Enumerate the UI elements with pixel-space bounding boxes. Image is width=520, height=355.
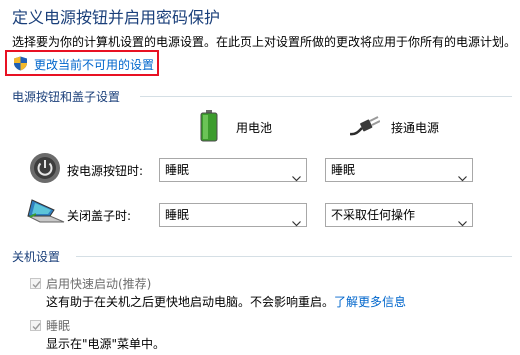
power-plug-icon (349, 115, 381, 137)
change-unavailable-settings-link[interactable]: 更改当前不可用的设置 (34, 56, 154, 73)
power-buttons-section-title: 电源按钮和盖子设置 (12, 90, 121, 104)
sleep-checkbox[interactable] (30, 320, 41, 331)
page-title: 定义电源按钮并启用密码保护 (12, 8, 221, 27)
section-divider (76, 256, 512, 257)
select-value: 不采取任何操作 (331, 208, 416, 222)
battery-icon (200, 110, 218, 142)
select-value: 睡眠 (165, 208, 190, 222)
sleep-label: 睡眠 (46, 319, 71, 333)
page-description: 选择要为你的计算机设置的电源设置。在此页上对设置所做的更改将应用于你所有的电源计… (12, 35, 517, 49)
laptop-lid-icon (26, 196, 66, 226)
shutdown-section-title: 关机设置 (12, 250, 61, 264)
checkmark-icon (32, 323, 41, 331)
sleep-description: 显示在"电源"菜单中。 (46, 337, 166, 351)
fast-startup-label: 启用快速启动(推荐) (46, 277, 152, 291)
fast-startup-checkbox[interactable] (30, 278, 41, 289)
chevron-down-icon (292, 212, 301, 227)
chevron-down-icon (458, 212, 467, 227)
section-divider (140, 96, 512, 97)
power-button-plugged-in-select[interactable]: 睡眠 (325, 158, 473, 182)
fast-startup-description-text: 这有助于在关机之后更快地启动电脑。不会影响重启。 (46, 295, 335, 309)
chevron-down-icon (292, 167, 301, 182)
checkmark-icon (32, 281, 41, 289)
lid-close-battery-select[interactable]: 睡眠 (159, 203, 307, 227)
lid-close-action-label: 关闭盖子时: (67, 209, 132, 223)
power-button-battery-select[interactable]: 睡眠 (159, 158, 307, 182)
shield-icon (13, 56, 28, 71)
lid-close-plugged-in-select[interactable]: 不采取任何操作 (325, 203, 473, 227)
select-value: 睡眠 (165, 163, 190, 177)
power-button-action-label: 按电源按钮时: (67, 164, 144, 178)
power-button-icon (29, 152, 61, 184)
learn-more-link[interactable]: 了解更多信息 (334, 295, 406, 309)
select-value: 睡眠 (331, 163, 356, 177)
fast-startup-description: 这有助于在关机之后更快地启动电脑。不会影响重启。了解更多信息 (46, 293, 406, 310)
battery-column-label: 用电池 (236, 121, 273, 135)
plugged-in-column-label: 接通电源 (391, 121, 440, 135)
chevron-down-icon (458, 167, 467, 182)
